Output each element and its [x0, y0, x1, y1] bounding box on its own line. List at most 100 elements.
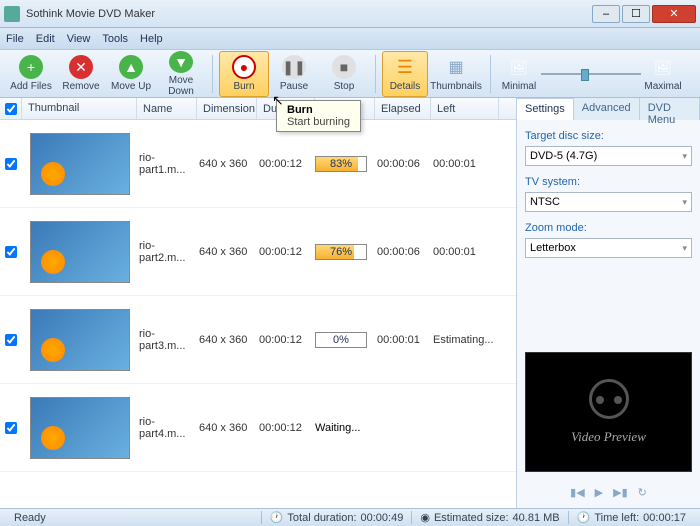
- table-row[interactable]: rio-part4.m...640 x 36000:00:12Waiting..…: [0, 384, 516, 472]
- col-name[interactable]: Name: [137, 98, 197, 119]
- col-elapsed[interactable]: Elapsed: [375, 98, 431, 119]
- left-value: 00:00:01: [431, 246, 499, 258]
- burn-button[interactable]: ●Burn: [219, 51, 269, 97]
- thumbnail-image: [30, 221, 130, 283]
- file-name: rio-part3.m...: [137, 328, 197, 352]
- cursor-icon: ↖: [272, 92, 284, 109]
- progress-bar: 0%: [315, 332, 367, 348]
- move-up-button[interactable]: ▲Move Up: [106, 51, 156, 97]
- status-text: Waiting...: [315, 422, 360, 434]
- tab-dvd-menu[interactable]: DVD Menu: [640, 98, 700, 120]
- zoom-mode-select[interactable]: Letterbox▾: [525, 238, 692, 258]
- col-left[interactable]: Left: [431, 98, 499, 119]
- menu-help[interactable]: Help: [140, 33, 163, 45]
- table-row[interactable]: rio-part1.m...640 x 36000:00:1283% 00:00:…: [0, 120, 516, 208]
- tv-system-select[interactable]: NTSC▾: [525, 192, 692, 212]
- duration-value: 00:00:12: [257, 334, 315, 346]
- statusbar: Ready 🕐Total duration: 00:00:49 ◉ Estimat…: [0, 508, 700, 526]
- details-icon: ☰: [393, 55, 417, 79]
- thumbnails-icon: ▦: [444, 55, 468, 79]
- minimal-button[interactable]: 🖼Minimal: [497, 51, 541, 97]
- disc-icon: ◉: [420, 511, 430, 524]
- duration-value: 00:00:12: [257, 422, 315, 434]
- chevron-down-icon: ▾: [682, 151, 687, 162]
- row-checkbox[interactable]: [5, 158, 17, 170]
- plus-icon: +: [19, 55, 43, 79]
- tab-settings[interactable]: Settings: [517, 98, 574, 120]
- total-duration-label: Total duration:: [287, 512, 356, 524]
- pause-icon: ❚❚: [282, 55, 306, 79]
- dimension-value: 640 x 360: [197, 158, 257, 170]
- column-header: Thumbnail Name Dimension Duration Status…: [0, 98, 516, 120]
- sidebar: Settings Advanced DVD Menu Target disc s…: [517, 98, 700, 508]
- preview-controls: ▮◀ ▶ ▶▮ ↻: [525, 480, 692, 504]
- table-row[interactable]: rio-part3.m...640 x 36000:00:120% 00:00:0…: [0, 296, 516, 384]
- dimension-value: 640 x 360: [197, 334, 257, 346]
- close-button[interactable]: ✕: [652, 5, 696, 23]
- left-value: 00:00:01: [431, 158, 499, 170]
- row-checkbox[interactable]: [5, 334, 17, 346]
- thumbnail-image: [30, 133, 130, 195]
- maximal-icon: 🖼: [651, 55, 675, 79]
- minimize-button[interactable]: –: [592, 5, 620, 23]
- tab-advanced[interactable]: Advanced: [574, 98, 640, 120]
- row-checkbox[interactable]: [5, 246, 17, 258]
- time-left-value: 00:00:17: [643, 512, 686, 524]
- thumbnails-button[interactable]: ▦Thumbnails: [428, 51, 484, 97]
- clock-icon: 🕐: [270, 511, 284, 524]
- file-name: rio-part4.m...: [137, 416, 197, 440]
- repeat-button[interactable]: ↻: [638, 486, 647, 499]
- maximal-button[interactable]: 🖼Maximal: [641, 51, 685, 97]
- details-button[interactable]: ☰Details: [382, 51, 428, 97]
- chevron-down-icon: ▾: [682, 197, 687, 208]
- down-icon: ▼: [169, 51, 193, 73]
- add-files-button[interactable]: +Add Files: [6, 51, 56, 97]
- x-icon: ✕: [69, 55, 93, 79]
- play-button[interactable]: ▶: [595, 486, 603, 499]
- file-name: rio-part1.m...: [137, 152, 197, 176]
- file-name: rio-part2.m...: [137, 240, 197, 264]
- menu-view[interactable]: View: [67, 33, 91, 45]
- row-checkbox[interactable]: [5, 422, 17, 434]
- left-value: Estimating...: [431, 334, 499, 346]
- total-duration-value: 00:00:49: [361, 512, 404, 524]
- tv-system-label: TV system:: [525, 176, 692, 188]
- progress-bar: 76%: [315, 244, 367, 260]
- video-preview: Video Preview: [525, 352, 692, 472]
- remove-button[interactable]: ✕Remove: [56, 51, 106, 97]
- status-ready: Ready: [6, 512, 261, 524]
- elapsed-value: 00:00:06: [375, 246, 431, 258]
- target-disc-select[interactable]: DVD-5 (4.7G)▾: [525, 146, 692, 166]
- thumbnail-image: [30, 397, 130, 459]
- titlebar: Sothink Movie DVD Maker – ☐ ✕: [0, 0, 700, 28]
- menu-edit[interactable]: Edit: [36, 33, 55, 45]
- stop-button[interactable]: ■Stop: [319, 51, 369, 97]
- col-dimension[interactable]: Dimension: [197, 98, 257, 119]
- file-list: Thumbnail Name Dimension Duration Status…: [0, 98, 517, 508]
- stop-icon: ■: [332, 55, 356, 79]
- elapsed-value: 00:00:01: [375, 334, 431, 346]
- select-all-checkbox[interactable]: [5, 103, 17, 115]
- duration-value: 00:00:12: [257, 158, 315, 170]
- elapsed-value: 00:00:06: [375, 158, 431, 170]
- dimension-value: 640 x 360: [197, 422, 257, 434]
- next-button[interactable]: ▶▮: [613, 486, 628, 499]
- menu-file[interactable]: File: [6, 33, 24, 45]
- menu-tools[interactable]: Tools: [102, 33, 128, 45]
- table-row[interactable]: rio-part2.m...640 x 36000:00:1276% 00:00:…: [0, 208, 516, 296]
- progress-bar: 83%: [315, 156, 367, 172]
- estimated-size-label: Estimated size:: [434, 512, 509, 524]
- duration-value: 00:00:12: [257, 246, 315, 258]
- window-title: Sothink Movie DVD Maker: [26, 8, 590, 20]
- zoom-slider[interactable]: [541, 73, 641, 75]
- chevron-down-icon: ▾: [682, 243, 687, 254]
- maximize-button[interactable]: ☐: [622, 5, 650, 23]
- pause-button[interactable]: ❚❚Pause: [269, 51, 319, 97]
- zoom-mode-label: Zoom mode:: [525, 222, 692, 234]
- estimated-size-value: 40.81 MB: [513, 512, 560, 524]
- col-thumbnail[interactable]: Thumbnail: [22, 98, 137, 119]
- move-down-button[interactable]: ▼Move Down: [156, 51, 206, 97]
- prev-button[interactable]: ▮◀: [570, 486, 585, 499]
- dimension-value: 640 x 360: [197, 246, 257, 258]
- burn-tooltip: Burn Start burning: [276, 100, 361, 132]
